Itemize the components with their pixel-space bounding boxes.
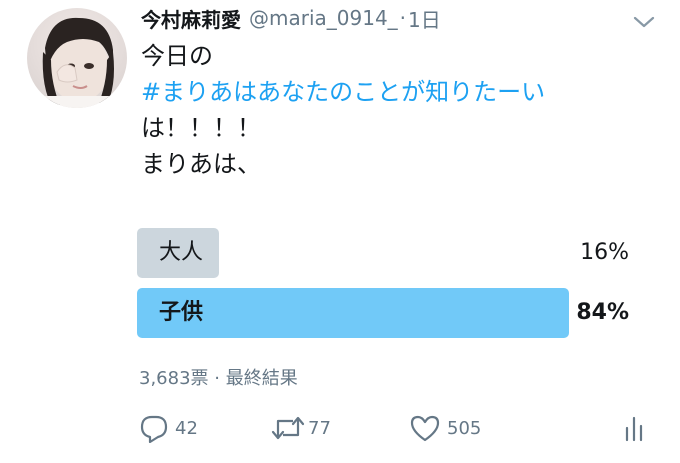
retweet-button[interactable]: 77 [270, 410, 331, 446]
display-name[interactable]: 今村麻莉愛 [141, 4, 241, 33]
like-count: 505 [447, 417, 482, 439]
heart-icon [410, 415, 440, 442]
tweet-text-line: は！！！！ [141, 114, 261, 142]
poll-option-label: 大人 [159, 240, 204, 265]
poll-meta: 3,683票 · 最終結果 [139, 368, 298, 389]
tweet-text-line: まりあは、 [141, 150, 261, 178]
reply-count: 42 [175, 417, 198, 439]
separator-dot: · [399, 6, 407, 30]
poll-option: 子供 84% [137, 288, 637, 338]
tweet-header: 今村麻莉愛 @maria_0914_ · 1日 [141, 4, 441, 32]
tweet-actions: 42 77 505 [0, 410, 680, 446]
analytics-icon [625, 416, 643, 442]
user-handle[interactable]: @maria_0914_ [249, 6, 398, 30]
tweet-text-line: 今日の [141, 42, 213, 70]
tweet-text: 今日の #まりあはあなたのことが知りたーい は！！！！ まりあは、 [141, 38, 661, 182]
poll-option-label: 子供 [159, 300, 204, 325]
poll-option-percent: 84% [576, 300, 629, 325]
tweet-timestamp[interactable]: 1日 [408, 4, 441, 33]
avatar-photo [37, 17, 117, 108]
chevron-down-icon[interactable] [632, 14, 656, 30]
reply-icon [140, 415, 168, 443]
avatar[interactable] [27, 8, 127, 108]
hashtag-link[interactable]: #まりあはあなたのことが知りたーい [141, 74, 661, 110]
like-button[interactable]: 505 [409, 410, 481, 446]
retweet-count: 77 [308, 417, 331, 439]
analytics-button[interactable] [623, 410, 645, 446]
poll-option: 大人 16% [137, 228, 637, 278]
reply-button[interactable]: 42 [139, 410, 198, 446]
poll-option-percent: 16% [580, 240, 629, 265]
retweet-icon [271, 416, 305, 440]
